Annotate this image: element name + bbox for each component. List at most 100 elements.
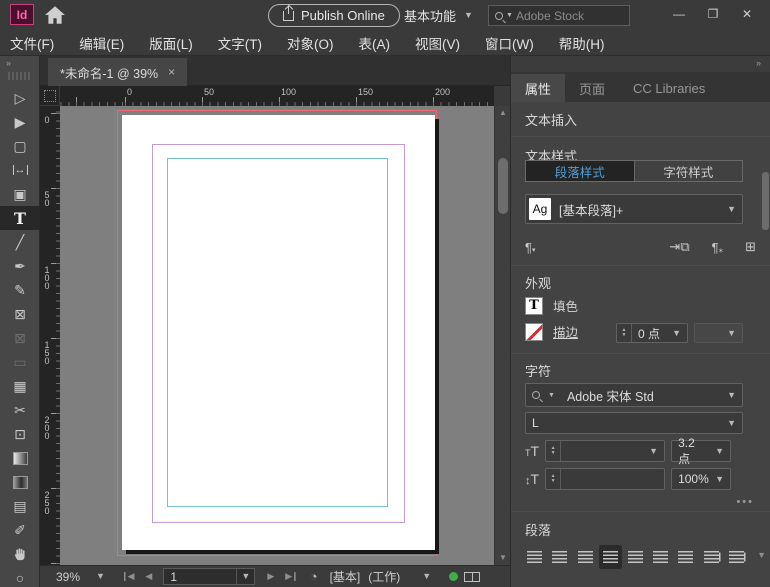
new-style-icon[interactable]: ⊞	[745, 239, 756, 255]
text-frame[interactable]	[167, 158, 388, 507]
gradient-swatch-tool[interactable]	[0, 446, 40, 470]
rectangle-tool[interactable]: ⊠	[0, 326, 40, 350]
scroll-down-icon[interactable]: ▼	[495, 551, 511, 565]
tab-properties[interactable]: 属性	[511, 74, 565, 102]
tab-pages[interactable]: 页面	[565, 74, 619, 102]
first-page-button[interactable]: ❙◀	[121, 571, 133, 582]
align-center-button[interactable]	[548, 545, 571, 569]
stepper-arrows-icon[interactable]: ▲▼	[546, 469, 561, 489]
justify-last-right-button[interactable]	[649, 545, 672, 569]
page-tool[interactable]: ▢	[0, 134, 40, 158]
close-button[interactable]: ✕	[730, 0, 764, 28]
font-size-field[interactable]: ▲▼ ▼	[545, 440, 665, 462]
menu-help[interactable]: 帮助(H)	[559, 33, 605, 53]
fill-swatch-icon[interactable]: T	[525, 297, 543, 315]
tab-cc-libraries[interactable]: CC Libraries	[619, 74, 719, 102]
toolbar-grip[interactable]	[8, 72, 31, 80]
previous-page-button[interactable]: ◀	[145, 571, 151, 582]
preflight-profile[interactable]: (工作)	[368, 568, 400, 585]
indesign-app-icon[interactable]: Id	[10, 4, 34, 25]
paragraph-style-dropdown[interactable]: Ag [基本段落]+ ▼	[525, 194, 743, 224]
toolbar-expand-icon[interactable]: »	[0, 56, 39, 70]
vertical-ruler[interactable]: 0 50 100 150 200 250 300	[40, 106, 60, 565]
clear-overrides-icon[interactable]: ¶⁎	[712, 240, 723, 255]
panel-scrollbar-thumb[interactable]	[762, 172, 769, 230]
zoom-tool[interactable]: ○	[0, 566, 40, 587]
scissors-tool[interactable]: ✂	[0, 398, 40, 422]
stroke-type-dropdown[interactable]: ▼	[694, 323, 743, 343]
workspace-switcher[interactable]: 基本功能 ▼	[404, 6, 473, 25]
page-dropdown-icon[interactable]: ▼	[236, 569, 254, 584]
maximize-button[interactable]: ❐	[696, 0, 730, 28]
font-style-dropdown[interactable]: L ▼	[525, 412, 743, 434]
next-page-button[interactable]: ▶	[267, 571, 273, 582]
pen-tool[interactable]: ✒	[0, 254, 40, 278]
font-size-value-dropdown[interactable]: 3.2 点 ▼	[671, 440, 731, 462]
justify-last-center-button[interactable]	[624, 545, 647, 569]
menu-layout[interactable]: 版面(L)	[149, 33, 193, 53]
direct-selection-tool[interactable]: ▶	[0, 110, 40, 134]
menu-file[interactable]: 文件(F)	[10, 33, 54, 53]
pencil-tool[interactable]: ✎	[0, 278, 40, 302]
gradient-feather-tool[interactable]	[0, 470, 40, 494]
page-number-field[interactable]: 1 ▼	[163, 568, 255, 585]
zoom-dropdown-icon[interactable]: ▼	[96, 572, 105, 581]
shape-tool[interactable]: ▭	[0, 350, 40, 374]
eyedropper-tool[interactable]: ✐	[0, 518, 40, 542]
scroll-up-icon[interactable]: ▲	[495, 106, 511, 120]
menu-edit[interactable]: 编辑(E)	[79, 33, 124, 53]
grid-tool[interactable]: ▦	[0, 374, 40, 398]
document-tab[interactable]: *未命名-1 @ 39% ×	[48, 58, 187, 86]
more-options-icon[interactable]: •••	[736, 496, 754, 508]
character-style-tab[interactable]: 字符样式	[634, 161, 743, 181]
content-collector-tool[interactable]: ▣	[0, 182, 40, 206]
menu-object[interactable]: 对象(O)	[287, 33, 334, 53]
scrollbar-thumb[interactable]	[498, 158, 508, 214]
menu-window[interactable]: 窗口(W)	[485, 33, 534, 53]
hand-tool[interactable]	[0, 542, 40, 566]
pasteboard[interactable]	[60, 106, 494, 565]
horizontal-ruler[interactable]: 0 50 100 150 200	[60, 86, 494, 106]
line-tool[interactable]: ╱	[0, 230, 40, 254]
ruler-origin-corner[interactable]	[40, 86, 60, 106]
justify-last-left-button[interactable]	[599, 545, 622, 569]
align-right-button[interactable]	[573, 545, 596, 569]
align-left-button[interactable]	[523, 545, 546, 569]
stepper-arrows-icon[interactable]: ▲▼	[546, 441, 561, 461]
align-away-spine-button[interactable]	[725, 545, 748, 569]
free-transform-tool[interactable]: ⊡	[0, 422, 40, 446]
home-icon[interactable]	[44, 4, 66, 26]
selection-tool[interactable]: ▷	[0, 86, 40, 110]
stroke-label[interactable]: 描边	[553, 322, 578, 341]
stroke-weight-stepper[interactable]: ▲▼ 0 点 ▼	[616, 323, 688, 343]
publish-online-button[interactable]: Publish Online	[268, 4, 400, 27]
align-toward-spine-button[interactable]	[700, 545, 723, 569]
redefine-style-icon[interactable]: ⇥⧉	[669, 239, 689, 255]
preflight-preset[interactable]: [基本]	[330, 568, 361, 585]
preflight-clock-icon[interactable]: ◔	[310, 569, 318, 584]
paragraph-style-tab[interactable]: 段落样式	[526, 161, 634, 181]
type-tool[interactable]: T	[0, 206, 40, 230]
font-family-dropdown[interactable]: ▼ Adobe 宋体 Std ▼	[525, 383, 743, 407]
preflight-menu-icon[interactable]: ▼	[422, 572, 431, 581]
style-options-icon[interactable]: ¶▾	[525, 240, 536, 255]
stroke-swatch-icon[interactable]	[525, 323, 543, 341]
menu-view[interactable]: 视图(V)	[415, 33, 460, 53]
rectangle-frame-tool[interactable]: ⊠	[0, 302, 40, 326]
stepper-arrows-icon[interactable]: ▲▼	[617, 324, 632, 342]
minimize-button[interactable]: —	[662, 0, 696, 28]
menu-table[interactable]: 表(A)	[359, 33, 391, 53]
vertical-scale-field[interactable]: ▲▼	[545, 468, 665, 490]
menu-type[interactable]: 文字(T)	[218, 33, 262, 53]
tab-close-icon[interactable]: ×	[168, 65, 175, 79]
vertical-scale-value-dropdown[interactable]: 100% ▼	[671, 468, 731, 490]
chevron-down-icon[interactable]: ▼	[757, 550, 766, 560]
panel-collapse-icon[interactable]: »	[511, 56, 770, 72]
justify-all-button[interactable]	[674, 545, 697, 569]
adobe-stock-search[interactable]: ▼ Adobe Stock	[488, 5, 630, 26]
note-tool[interactable]: ▤	[0, 494, 40, 518]
last-page-button[interactable]: ▶❙	[285, 571, 297, 582]
gap-tool[interactable]: ↔	[0, 158, 40, 182]
zoom-level[interactable]: 39%	[56, 570, 80, 584]
fill-label[interactable]: 填色	[553, 296, 578, 315]
